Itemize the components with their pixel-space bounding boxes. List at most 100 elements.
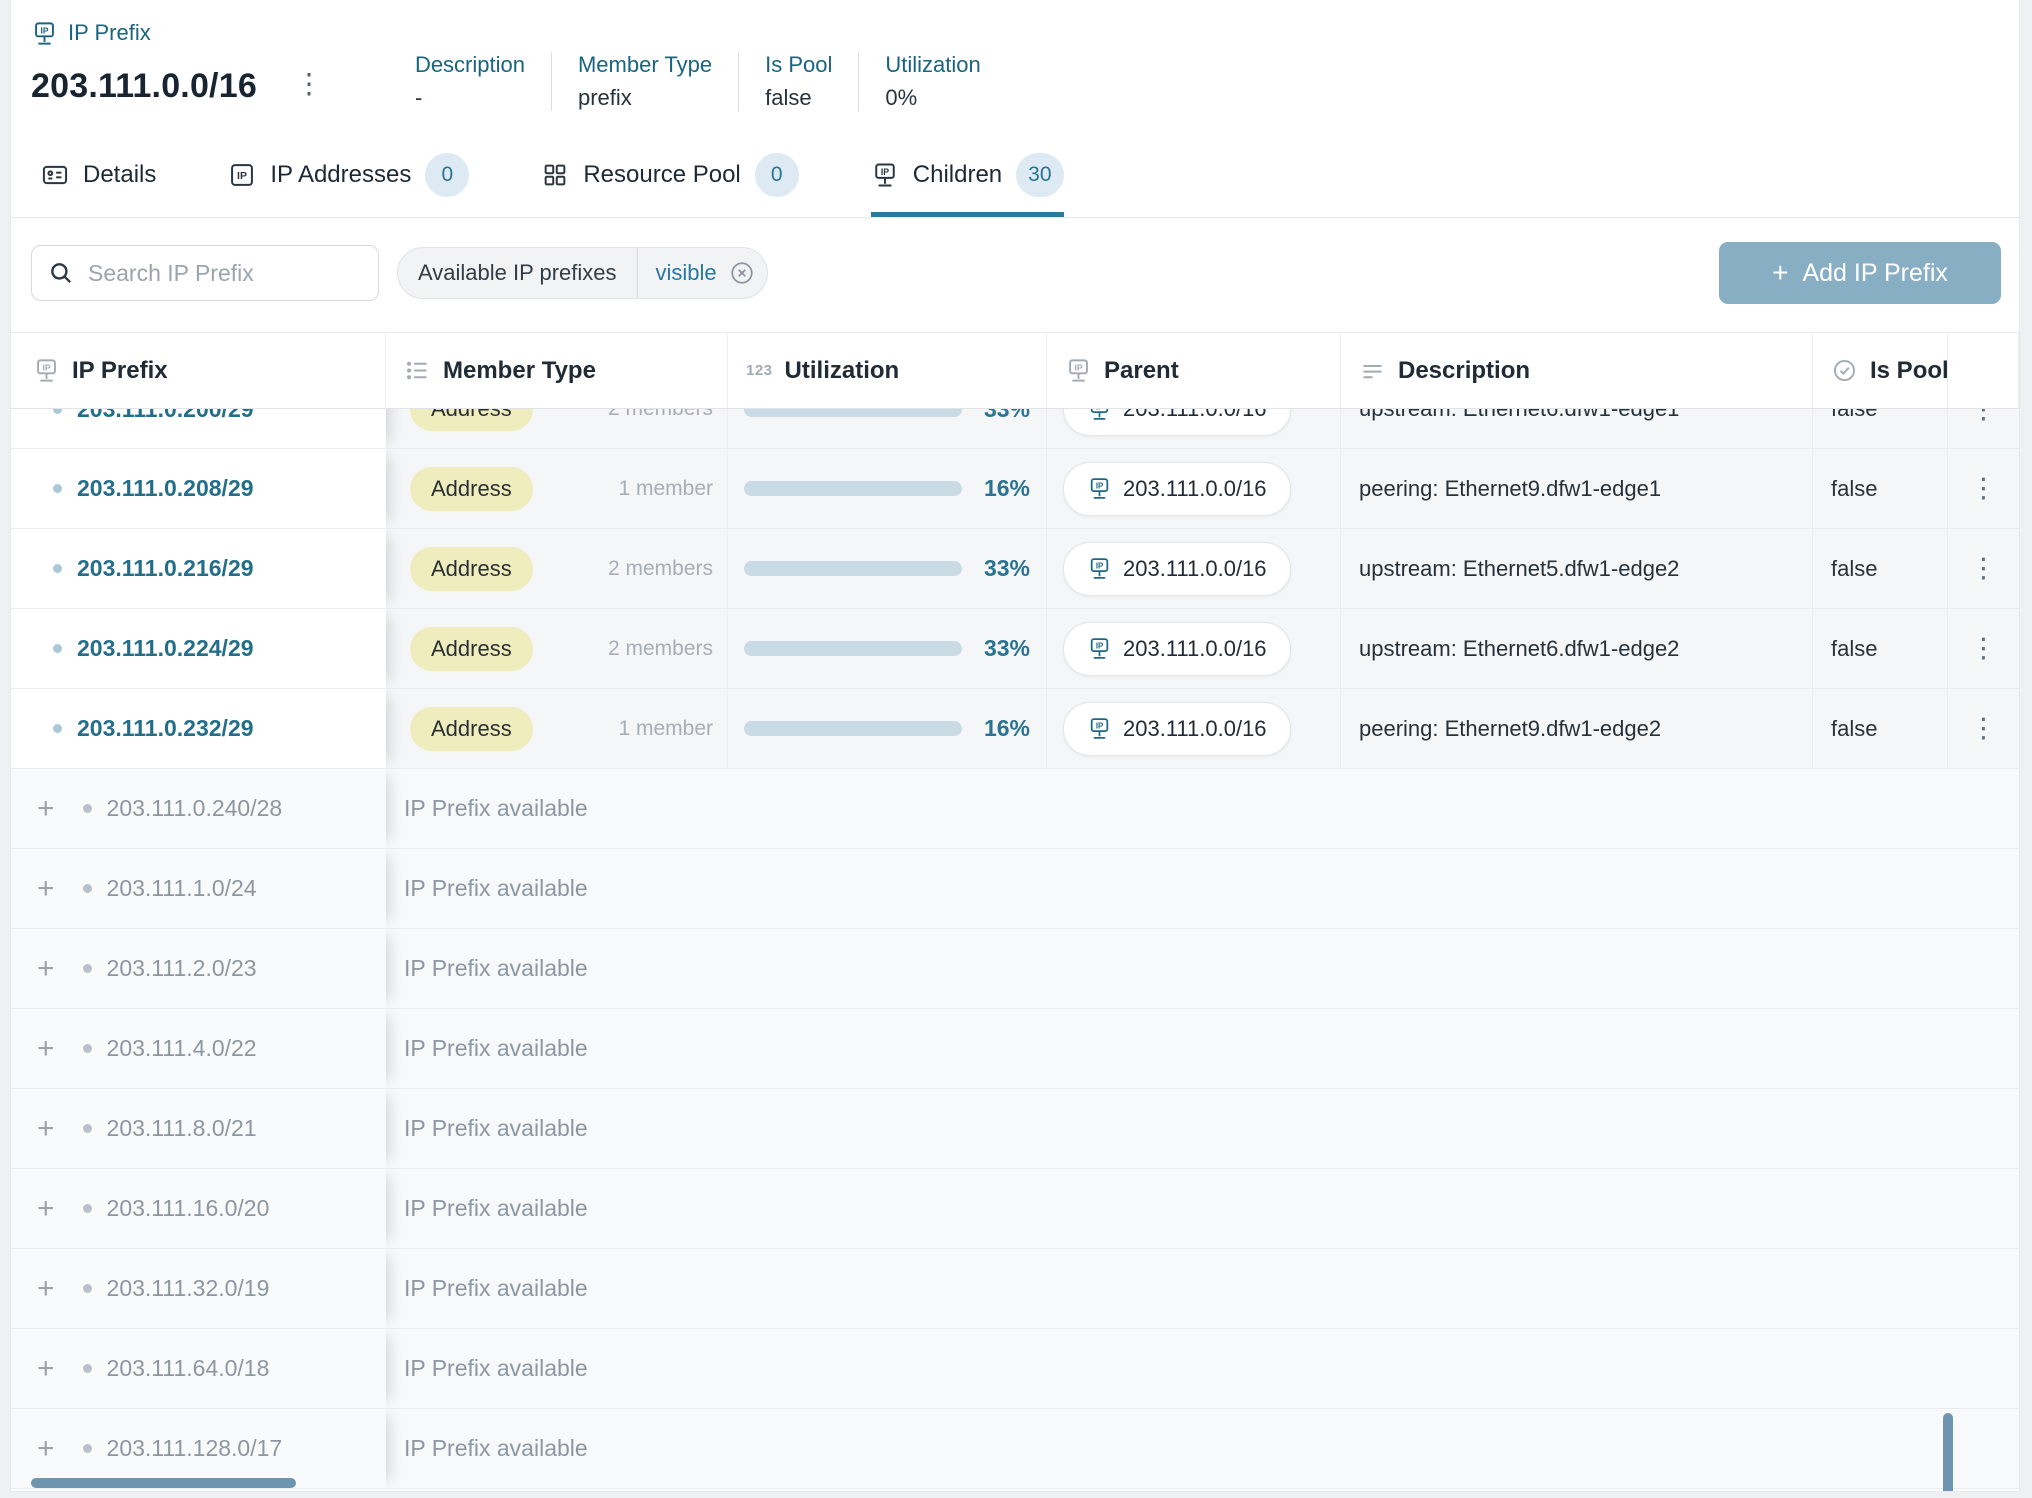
cell-available-status: IP Prefix available [386, 1009, 2019, 1088]
cell-member-type: Address2 members [386, 409, 728, 449]
expand-plus-icon[interactable]: + [37, 794, 55, 824]
cell-available-status: IP Prefix available [386, 1329, 2019, 1408]
column-header-parent[interactable]: Parent [1047, 333, 1341, 408]
cell-member-type: Address2 members [386, 529, 728, 608]
horizontal-scrollbar[interactable] [31, 1478, 296, 1488]
row-kebab-menu-icon[interactable]: ⋮ [1970, 409, 1997, 423]
cell-ip-prefix: +203.111.16.0/20 [11, 1169, 386, 1248]
status-dot-icon [83, 1204, 92, 1213]
member-type-badge: Address [410, 409, 533, 431]
table-row: +203.111.0.240/28 IP Prefix available [11, 769, 2019, 849]
available-prefix: 203.111.2.0/23 [107, 955, 257, 982]
expand-plus-icon[interactable]: + [37, 1434, 55, 1464]
ip-network-icon [871, 161, 899, 189]
expand-plus-icon[interactable]: + [37, 1034, 55, 1064]
tab-resource-pool[interactable]: Resource Pool 0 [541, 132, 798, 217]
breadcrumb[interactable]: IP Prefix [31, 16, 1999, 50]
status-dot-icon [53, 484, 62, 493]
utilization-bar [744, 561, 962, 576]
parent-prefix: 203.111.0.0/16 [1123, 409, 1267, 422]
expand-plus-icon[interactable]: + [37, 874, 55, 904]
cell-is-pool: false [1813, 529, 1948, 608]
table-header: IP Prefix Member Type 123 Utilization Pa… [11, 333, 2019, 409]
list-icon [404, 357, 431, 384]
cell-actions: ⋮ [1948, 689, 2019, 768]
column-label: Description [1398, 357, 1530, 385]
status-dot-icon [53, 564, 62, 573]
ip-network-icon [1087, 636, 1112, 661]
tab-label: Children [913, 161, 1002, 189]
cell-parent: 203.111.0.0/16 [1047, 409, 1341, 449]
row-kebab-menu-icon[interactable]: ⋮ [1970, 555, 1997, 582]
available-prefix: 203.111.64.0/18 [107, 1355, 270, 1382]
column-header-description[interactable]: Description [1341, 333, 1813, 408]
parent-chip[interactable]: 203.111.0.0/16 [1063, 622, 1291, 676]
column-header-ip-prefix[interactable]: IP Prefix [11, 333, 386, 408]
table-row: +203.111.64.0/18 IP Prefix available [11, 1329, 2019, 1409]
cell-description: peering: Ethernet9.dfw1-edge2 [1341, 689, 1813, 768]
cell-available-status: IP Prefix available [386, 769, 2019, 848]
search-box[interactable] [31, 245, 379, 301]
parent-chip[interactable]: 203.111.0.0/16 [1063, 542, 1291, 596]
x-circle-icon[interactable] [729, 260, 755, 286]
prefix-link[interactable]: 203.111.0.232/29 [77, 715, 254, 742]
column-header-is-pool[interactable]: Is Pool [1813, 333, 1948, 408]
cell-actions: ⋮ [1948, 529, 2019, 608]
cell-member-type: Address1 member [386, 689, 728, 768]
row-kebab-menu-icon[interactable]: ⋮ [1970, 715, 1997, 742]
expand-plus-icon[interactable]: + [37, 954, 55, 984]
utilization-bar [744, 721, 962, 736]
status-dot-icon [53, 724, 62, 733]
table-row: +203.111.8.0/21IP Prefix available [11, 1089, 2019, 1169]
column-header-utilization[interactable]: 123 Utilization [728, 333, 1047, 408]
utilization-percent: 16% [984, 475, 1030, 502]
parent-chip[interactable]: 203.111.0.0/16 [1063, 462, 1291, 516]
tab-details[interactable]: Details [41, 132, 156, 217]
prefix-link[interactable]: 203.111.0.224/29 [77, 635, 254, 662]
filter-chip[interactable]: Available IP prefixes visible [397, 247, 768, 299]
add-ip-prefix-button[interactable]: + Add IP Prefix [1719, 242, 2001, 304]
vertical-scrollbar[interactable] [1943, 1413, 1953, 1492]
meta-label: Member Type [578, 52, 712, 78]
expand-plus-icon[interactable]: + [37, 1194, 55, 1224]
search-input[interactable] [88, 260, 362, 287]
column-label: IP Prefix [72, 357, 168, 385]
meta-member-type: Member Type prefix [551, 52, 738, 111]
prefix-link[interactable]: 203.111.0.216/29 [77, 555, 254, 582]
meta-value: prefix [578, 85, 712, 111]
expand-plus-icon[interactable]: + [37, 1274, 55, 1304]
expand-plus-icon[interactable]: + [37, 1114, 55, 1144]
tab-ip-addresses[interactable]: IP Addresses 0 [228, 132, 469, 217]
cell-available-status: IP Prefix available [386, 849, 2019, 928]
column-label: Is Pool [1870, 357, 1947, 385]
parent-chip[interactable]: 203.111.0.0/16 [1063, 409, 1291, 436]
status-dot-icon [83, 1124, 92, 1133]
parent-prefix: 203.111.0.0/16 [1123, 556, 1267, 582]
toolbar: Available IP prefixes visible + Add IP P… [11, 218, 2019, 332]
meta-utilization: Utilization 0% [858, 52, 1006, 111]
title-row: 203.111.0.0/16 ⋮ Description - Member Ty… [31, 54, 1999, 118]
cell-description: upstream: Ethernet5.dfw1-edge2 [1341, 529, 1813, 608]
ip-network-icon [31, 20, 58, 47]
status-dot-icon [53, 644, 62, 653]
prefix-link[interactable]: 203.111.0.200/29 [77, 409, 254, 423]
available-prefix: 203.111.0.240/28 [107, 795, 283, 822]
parent-prefix: 203.111.0.0/16 [1123, 476, 1267, 502]
cell-actions: ⋮ [1948, 449, 2019, 528]
cell-is-pool: false [1813, 609, 1948, 688]
available-prefix: 203.111.1.0/24 [107, 875, 257, 902]
row-kebab-menu-icon[interactable]: ⋮ [1970, 475, 1997, 502]
expand-plus-icon[interactable]: + [37, 1354, 55, 1384]
main-card: IP Prefix 203.111.0.0/16 ⋮ Description -… [10, 0, 2020, 1492]
row-kebab-menu-icon[interactable]: ⋮ [1970, 635, 1997, 662]
text-lines-icon [1359, 357, 1386, 384]
id-card-icon [41, 161, 69, 189]
parent-chip[interactable]: 203.111.0.0/16 [1063, 702, 1291, 756]
column-header-member-type[interactable]: Member Type [386, 333, 728, 408]
cell-actions: ⋮ [1948, 609, 2019, 688]
prefix-link[interactable]: 203.111.0.208/29 [77, 475, 254, 502]
cell-available-status: IP Prefix available [386, 1249, 2019, 1328]
title-kebab-menu-icon[interactable]: ⋮ [295, 70, 323, 98]
available-prefix: 203.111.32.0/19 [107, 1275, 270, 1302]
tab-children[interactable]: Children 30 [871, 132, 1064, 217]
